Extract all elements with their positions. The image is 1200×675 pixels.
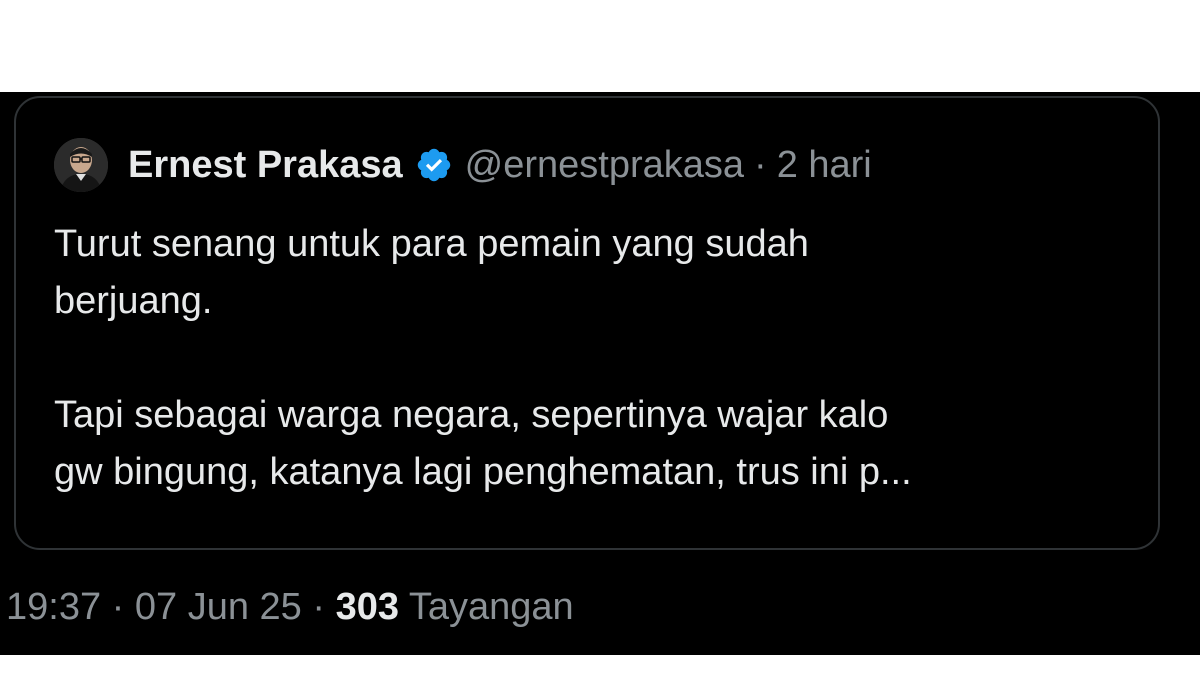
meta-separator: · (312, 586, 326, 628)
time-ago[interactable]: 2 hari (777, 144, 872, 187)
meta-separator: · (111, 586, 125, 628)
quoted-tweet-header: Ernest Prakasa @ernestprakasa · 2 hari (54, 138, 872, 192)
avatar[interactable] (54, 138, 108, 192)
post-time[interactable]: 19:37 (6, 586, 101, 628)
quoted-tweet-card[interactable]: Ernest Prakasa @ernestprakasa · 2 hari T… (14, 96, 1160, 550)
tweet-meta: 19:37 · 07 Jun 25 · 303 Tayangan (6, 586, 574, 629)
header-separator: · (754, 143, 767, 186)
tweet-paragraph-2: Tapi sebagai warga negara, sepertinya wa… (54, 394, 912, 493)
views-label[interactable]: Tayangan (409, 586, 574, 628)
display-name[interactable]: Ernest Prakasa (128, 144, 403, 187)
handle[interactable]: @ernestprakasa (465, 144, 744, 187)
profile-photo-icon (54, 138, 108, 192)
quoted-tweet-text: Turut senang untuk para pemain yang suda… (54, 216, 1134, 501)
tweet-screenshot: Ernest Prakasa @ernestprakasa · 2 hari T… (0, 92, 1200, 655)
post-date[interactable]: 07 Jun 25 (135, 586, 302, 628)
views-count[interactable]: 303 (336, 586, 399, 628)
verified-badge-icon (417, 148, 450, 182)
tweet-paragraph-1: Turut senang untuk para pemain yang suda… (54, 223, 809, 322)
